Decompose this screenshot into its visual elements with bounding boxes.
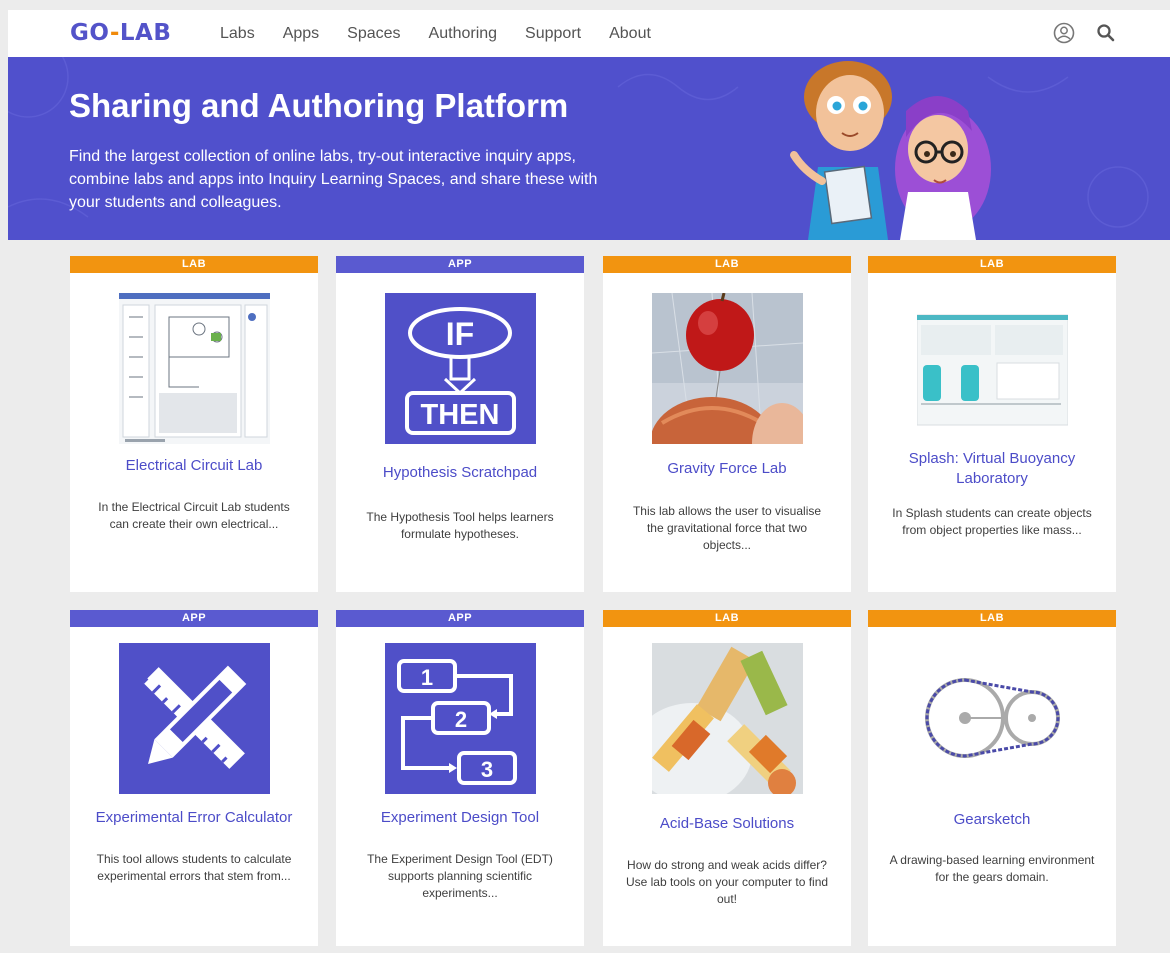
splash-thumbnail — [917, 293, 1068, 444]
gears-chain-illustration — [917, 643, 1068, 794]
step-1-text: 1 — [421, 665, 433, 690]
user-circle-icon[interactable] — [1053, 22, 1075, 49]
card-description: This tool allows students to calculate e… — [96, 852, 292, 883]
numbered-flow-icon: 1 2 3 — [385, 643, 536, 794]
card-type-badge: LAB — [70, 256, 318, 273]
logo-text-lab: LAB — [119, 20, 172, 46]
card-type-badge: LAB — [868, 256, 1116, 273]
card-description: In the Electrical Circuit Lab students c… — [98, 500, 290, 531]
ph-strips-photo — [652, 643, 803, 794]
nav-link-spaces[interactable]: Spaces — [347, 25, 400, 43]
nav-link-authoring[interactable]: Authoring — [429, 25, 498, 43]
card-type-badge: APP — [336, 610, 584, 627]
card-type-badge: APP — [70, 610, 318, 627]
card-gearsketch[interactable]: LAB Gearsketch A drawing-based learning … — [868, 610, 1116, 946]
card-title[interactable]: Splash: Virtual Buoyancy Laboratory — [874, 449, 1110, 489]
hero-title: Sharing and Authoring Platform — [69, 87, 569, 124]
card-experiment-design-tool[interactable]: APP 1 2 3 Experiment Design Tool The Exp… — [336, 610, 584, 946]
nav-link-apps[interactable]: Apps — [283, 25, 319, 43]
card-type-badge: APP — [336, 256, 584, 273]
kids-illustration — [790, 61, 991, 240]
card-experimental-error-calculator[interactable]: APP Experimental Error Calculator This t… — [70, 610, 318, 946]
apple-and-head-photo — [652, 293, 803, 444]
card-description: In Splash students can create objects fr… — [892, 506, 1092, 537]
if-text: IF — [446, 316, 474, 352]
nav-link-support[interactable]: Support — [525, 25, 581, 43]
card-description: A drawing-based learning environment for… — [889, 853, 1095, 884]
hero-description: Find the largest collection of online la… — [69, 148, 598, 211]
electrical-circuit-thumbnail — [119, 293, 270, 444]
card-title[interactable]: Experimental Error Calculator — [76, 808, 312, 828]
card-acid-base-solutions[interactable]: LAB Acid-Base Solutions How do strong an… — [603, 610, 851, 946]
card-description: This lab allows the user to visualise th… — [632, 504, 822, 552]
search-icon[interactable] — [1095, 22, 1117, 49]
logo-dash: - — [109, 20, 120, 46]
card-hypothesis-scratchpad[interactable]: APP IF THEN Hypothesis Scratchpad The Hy… — [336, 256, 584, 592]
card-title[interactable]: Electrical Circuit Lab — [76, 456, 312, 476]
card-splash-buoyancy-laboratory[interactable]: LAB Splash: Virtual Buoyancy Laboratory … — [868, 256, 1116, 592]
card-description: The Hypothesis Tool helps learners formu… — [366, 510, 554, 541]
nav-link-about[interactable]: About — [609, 25, 651, 43]
card-title[interactable]: Acid-Base Solutions — [609, 814, 845, 834]
card-title[interactable]: Hypothesis Scratchpad — [342, 463, 578, 483]
go-lab-logo[interactable]: GO-LAB — [70, 20, 171, 46]
step-2-text: 2 — [455, 707, 467, 732]
card-title[interactable]: Experiment Design Tool — [342, 808, 578, 828]
card-description: How do strong and weak acids differ? Use… — [625, 858, 829, 906]
card-description: The Experiment Design Tool (EDT) support… — [367, 852, 553, 900]
card-title[interactable]: Gravity Force Lab — [609, 459, 845, 479]
nav-link-labs[interactable]: Labs — [220, 25, 255, 43]
then-text: THEN — [421, 399, 500, 431]
card-type-badge: LAB — [603, 610, 851, 627]
if-then-icon: IF THEN — [385, 293, 536, 444]
card-title[interactable]: Gearsketch — [874, 810, 1110, 830]
card-electrical-circuit-lab[interactable]: LAB Electrical Circuit Lab In the Electr… — [70, 256, 318, 592]
card-gravity-force-lab[interactable]: LAB Gravity Force Lab This lab allows th… — [603, 256, 851, 592]
logo-text-go: GO — [70, 20, 110, 46]
card-type-badge: LAB — [603, 256, 851, 273]
card-type-badge: LAB — [868, 610, 1116, 627]
hero-banner: Sharing and Authoring Platform Find the … — [8, 57, 1170, 240]
nav-links: Labs Apps Spaces Authoring Support About — [220, 25, 679, 43]
ruler-pencil-icon — [119, 643, 270, 794]
top-navigation: GO-LAB Labs Apps Spaces Authoring Suppor… — [8, 10, 1170, 57]
step-3-text: 3 — [481, 757, 493, 782]
